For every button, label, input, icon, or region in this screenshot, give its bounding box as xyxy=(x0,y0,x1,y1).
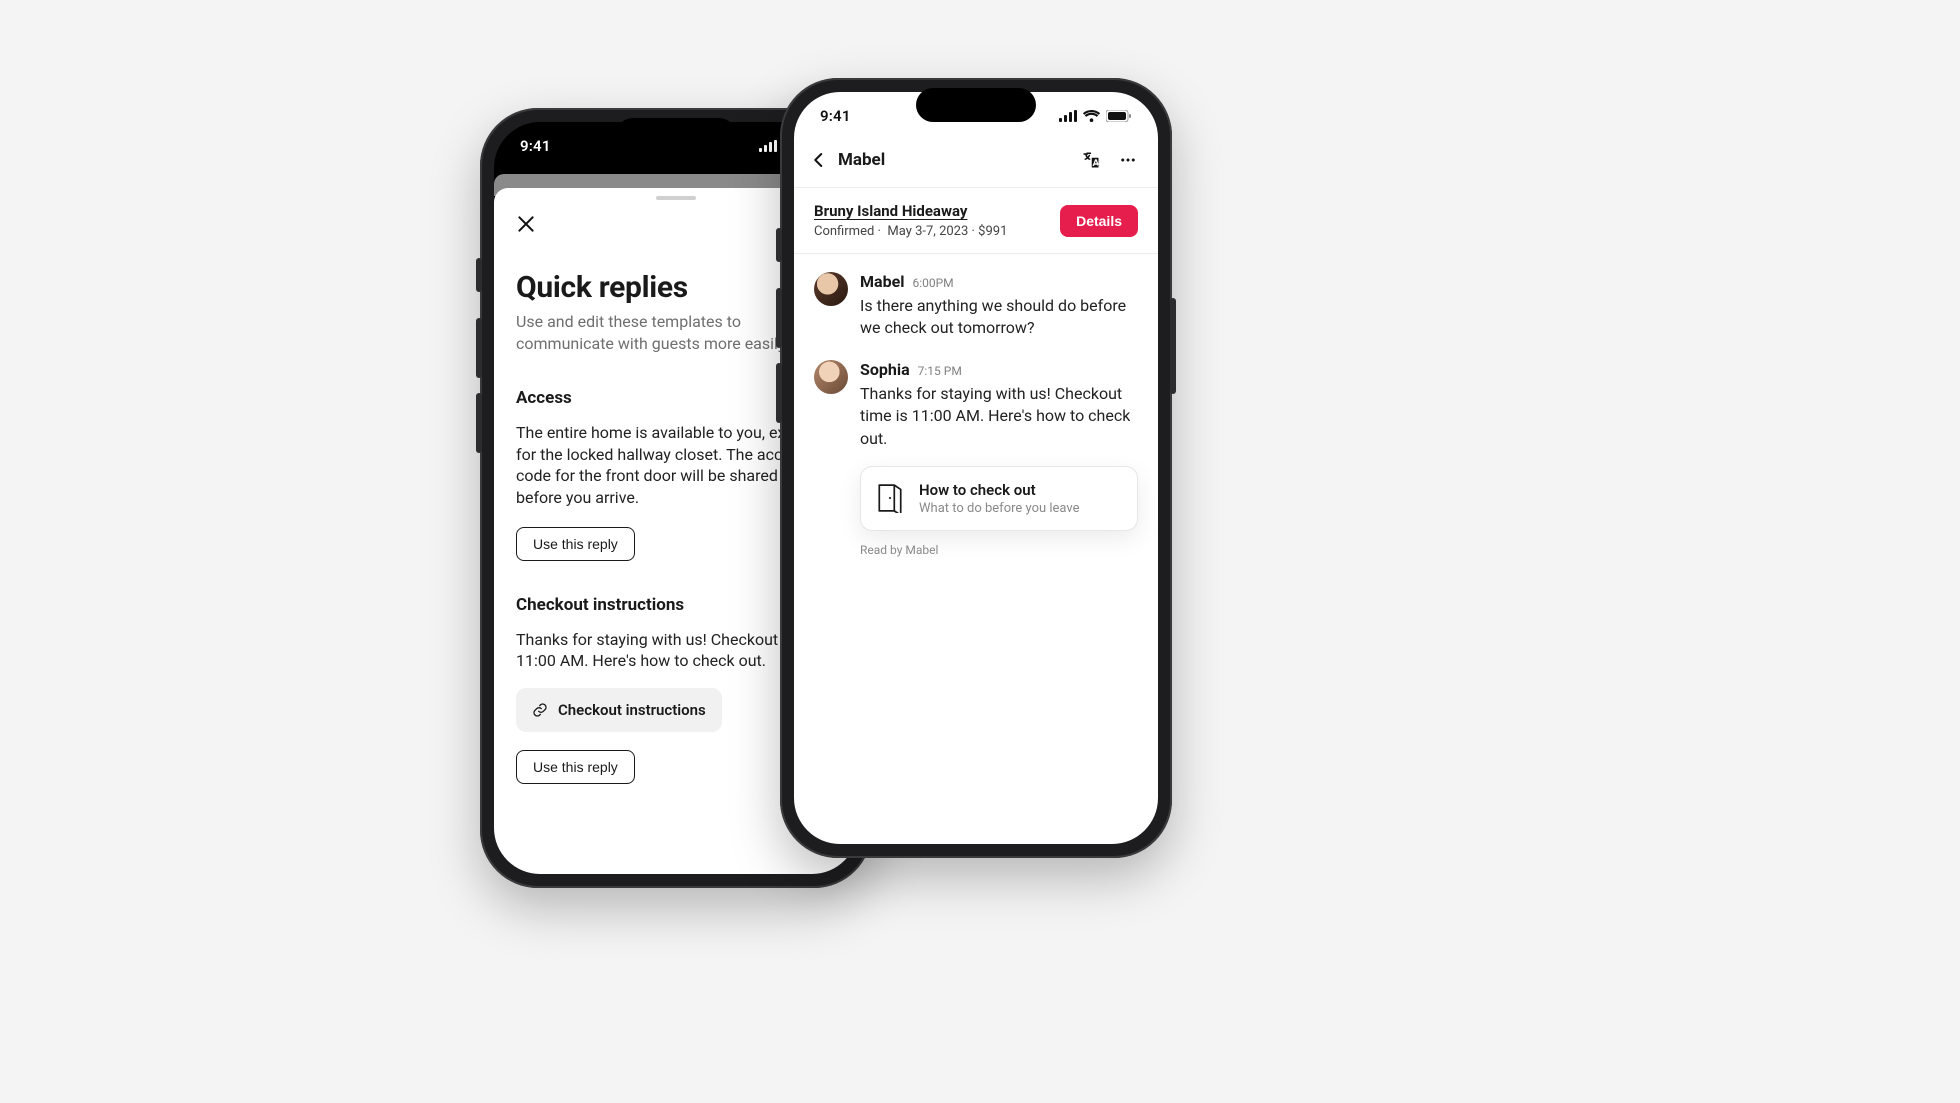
listing-title-link[interactable]: Bruny Island Hideaway xyxy=(814,202,1007,220)
message-text: Thanks for staying with us! Checkout tim… xyxy=(860,383,1138,450)
cellular-icon xyxy=(1059,110,1077,122)
details-button[interactable]: Details xyxy=(1060,205,1138,237)
listing-price: $991 xyxy=(978,224,1007,239)
status-time: 9:41 xyxy=(820,107,851,125)
message-row: Mabel 6:00PM Is there anything we should… xyxy=(814,272,1138,340)
translate-button[interactable] xyxy=(1082,151,1100,169)
close-icon xyxy=(516,214,536,234)
cellular-icon xyxy=(759,140,777,152)
wifi-icon xyxy=(1083,110,1100,122)
checkout-card-subtitle: What to do before you leave xyxy=(919,501,1080,516)
status-time: 9:41 xyxy=(520,137,551,155)
message-time: 7:15 PM xyxy=(918,364,962,378)
link-icon xyxy=(532,702,548,718)
phone-side-button xyxy=(1170,298,1176,394)
listing-meta: Confirmed · May 3-7, 2023 · $991 xyxy=(814,224,1007,239)
phone-side-button xyxy=(476,318,482,378)
phone-side-button xyxy=(476,393,482,453)
message-text: Is there anything we should do before we… xyxy=(860,295,1138,340)
close-button[interactable] xyxy=(516,214,540,238)
use-this-reply-button[interactable]: Use this reply xyxy=(516,527,635,561)
chat-header: Mabel xyxy=(794,140,1158,188)
sheet-grabber[interactable] xyxy=(656,196,696,200)
message-time: 6:00PM xyxy=(912,276,953,290)
dynamic-island xyxy=(616,118,736,152)
phone-side-button xyxy=(776,228,782,262)
dynamic-island xyxy=(916,88,1036,122)
read-receipt: Read by Mabel xyxy=(860,543,1138,557)
phone-side-button xyxy=(776,363,782,423)
phone-side-button xyxy=(476,258,482,292)
message-sender: Sophia xyxy=(860,360,910,379)
chip-label: Checkout instructions xyxy=(558,701,706,719)
chat-contact-name: Mabel xyxy=(838,150,885,170)
listing-bar: Bruny Island Hideaway Confirmed · May 3-… xyxy=(794,188,1158,254)
checkout-card[interactable]: How to check out What to do before you l… xyxy=(860,466,1138,531)
message-sender: Mabel xyxy=(860,272,904,291)
back-button[interactable] xyxy=(810,151,828,169)
door-icon xyxy=(877,483,903,513)
checkout-card-title: How to check out xyxy=(919,481,1080,499)
status-icons xyxy=(1059,110,1132,122)
translate-icon xyxy=(1082,151,1100,169)
chevron-left-icon xyxy=(810,151,828,169)
more-horizontal-icon xyxy=(1118,151,1138,169)
avatar[interactable] xyxy=(814,272,848,306)
phone-conversation: 9:41 Mabel xyxy=(780,78,1172,858)
listing-status: Confirmed xyxy=(814,224,874,239)
avatar[interactable] xyxy=(814,360,848,394)
battery-icon xyxy=(1106,110,1132,122)
use-this-reply-button[interactable]: Use this reply xyxy=(516,750,635,784)
more-button[interactable] xyxy=(1118,151,1138,169)
message-thread[interactable]: Mabel 6:00PM Is there anything we should… xyxy=(794,254,1158,844)
listing-dates: May 3-7, 2023 xyxy=(887,224,968,239)
checkout-instructions-chip[interactable]: Checkout instructions xyxy=(516,688,722,732)
phone-side-button xyxy=(776,288,782,348)
message-row: Sophia 7:15 PM Thanks for staying with u… xyxy=(814,360,1138,557)
